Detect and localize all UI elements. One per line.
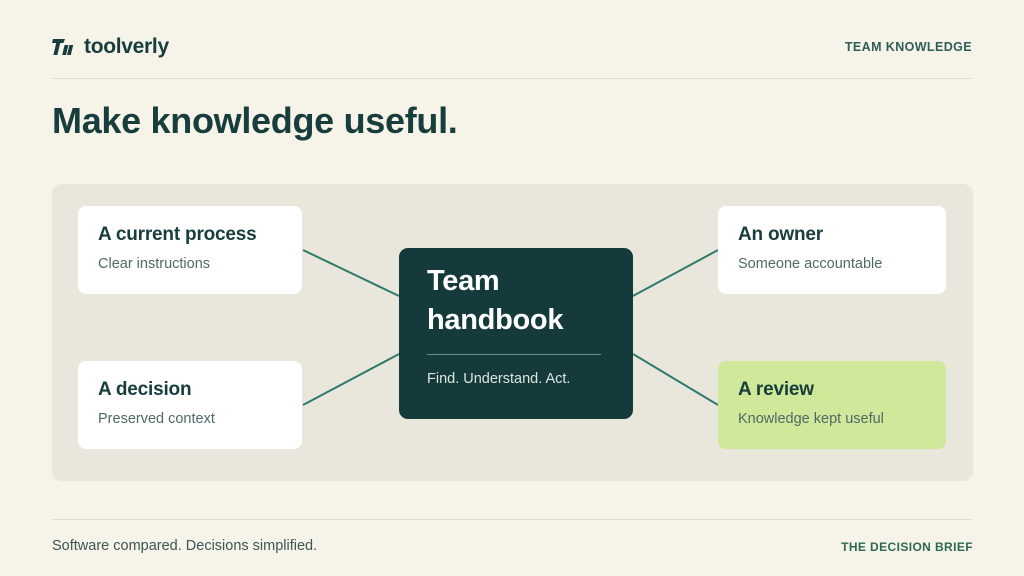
connector-top-right [632,249,719,297]
node-card-review: A review Knowledge kept useful [718,361,946,449]
node-card-decision: A decision Preserved context [78,361,302,449]
node-card-owner: An owner Someone accountable [718,206,946,294]
node-subtitle: Knowledge kept useful [738,411,884,427]
footer-brand-line: THE DECISION BRIEF [841,540,973,554]
node-title: A decision [98,379,192,400]
center-hub-card: Team handbook Find. Understand. Act. [399,248,633,419]
connector-bottom-left [302,353,400,406]
footer-divider [52,519,972,520]
connector-top-left [302,249,400,297]
hub-title-line-2: handbook [427,304,564,336]
hub-title-line-1: Team [427,265,500,297]
node-title: A current process [98,224,257,245]
node-title: An owner [738,224,823,245]
hub-subtitle: Find. Understand. Act. [427,371,571,387]
node-card-current-process: A current process Clear instructions [78,206,302,294]
node-subtitle: Clear instructions [98,256,211,272]
node-subtitle: Preserved context [98,411,215,427]
connector-bottom-right [632,353,719,406]
node-title: A review [738,379,814,400]
footer-tagline: Software compared. Decisions simplified. [52,538,318,554]
hub-divider [427,354,601,355]
node-subtitle: Someone accountable [738,256,883,272]
